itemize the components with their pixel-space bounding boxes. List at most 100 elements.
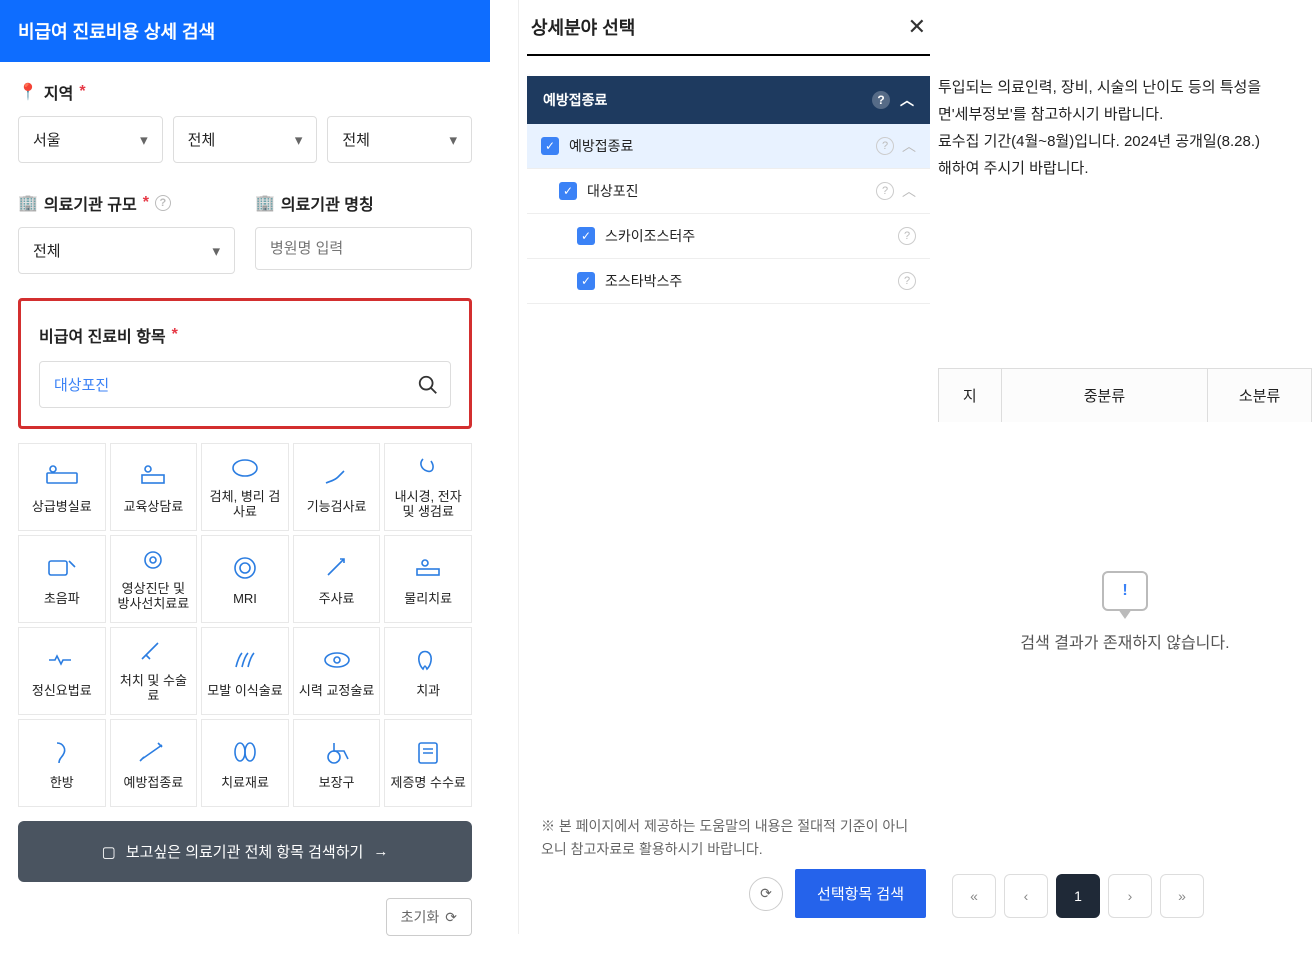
cat-psych[interactable]: 정신요법료	[18, 627, 106, 715]
detail-modal: 상세분야 선택 ✕ 예방접종료 ? ︿ ✓예방접종료 ?︿ ✓ 대상포진 ? ︿ ✓…	[518, 0, 938, 934]
tree-label: 대상포진	[587, 181, 639, 201]
empty-state: ! 검색 결과가 존재하지 않습니다.	[938, 422, 1312, 802]
results-panel: 투입되는 의료인력, 장비, 시술의 난이도 등의 특성을 면'세부정보'를 참…	[938, 0, 1312, 934]
modal-title: 상세분야 선택	[531, 14, 635, 40]
checkbox-checked-icon[interactable]: ✓	[577, 272, 595, 290]
search-panel: 비급여 진료비용 상세 검색 📍 지역 * 서울▾ 전체▾ 전체▾ 🏢 의료기관…	[0, 0, 490, 934]
brain-icon	[45, 643, 79, 677]
help-icon[interactable]: ?	[876, 137, 894, 155]
name-label: 🏢 의료기관 명칭	[255, 191, 472, 215]
page-current[interactable]: 1	[1056, 874, 1100, 918]
required-marker: *	[79, 83, 85, 101]
search-icon[interactable]	[417, 374, 439, 396]
panel-body: 📍 지역 * 서울▾ 전체▾ 전체▾ 🏢 의료기관 규모 * ? 전체▾ 🏢	[0, 62, 490, 954]
item-search-input[interactable]	[39, 361, 451, 408]
cat-vaccine[interactable]: 예방접종료	[110, 719, 198, 807]
item-label: 비급여 진료비 항목 *	[39, 323, 451, 347]
full-search-button[interactable]: ▢ 보고싶은 의료기관 전체 항목 검색하기 →	[18, 821, 472, 882]
cat-specimen[interactable]: 검체, 병리 검사료	[201, 443, 289, 531]
accordion-header[interactable]: 예방접종료 ? ︿	[527, 76, 930, 124]
checkbox-checked-icon[interactable]: ✓	[577, 227, 595, 245]
cat-label: 제증명 수수료	[391, 775, 466, 791]
size-label-text: 의료기관 규모	[44, 191, 137, 215]
cat-endoscopy[interactable]: 내시경, 전자 및 생검료	[384, 443, 472, 531]
region-select-0-value: 서울	[33, 129, 61, 150]
cat-material[interactable]: 치료재료	[201, 719, 289, 807]
panel-title: 비급여 진료비용 상세 검색	[0, 0, 490, 62]
stomach-icon	[411, 454, 445, 483]
pin-icon: 📍	[18, 82, 38, 102]
help-icon[interactable]: ?	[872, 91, 890, 109]
modal-refresh-button[interactable]: ⟳	[749, 877, 783, 911]
cat-physio[interactable]: 물리치료	[384, 535, 472, 623]
wheelchair-icon	[320, 735, 354, 769]
cat-mri[interactable]: MRI	[201, 535, 289, 623]
required-marker: *	[143, 194, 149, 212]
cat-label: 보장구	[319, 775, 355, 791]
cat-label: 치료재료	[221, 775, 269, 791]
chevron-up-icon: ︿	[902, 181, 916, 201]
region-select-1-value: 전체	[188, 129, 216, 150]
tree-node-sky[interactable]: ✓스카이조스터주 ?	[527, 214, 930, 259]
hospital-name-input[interactable]	[255, 227, 472, 270]
size-value: 전체	[33, 240, 61, 261]
cat-label: 시력 교정술료	[299, 683, 374, 699]
cat-label: 모발 이식술료	[207, 683, 282, 699]
physio-icon	[411, 551, 445, 585]
scalpel-icon	[136, 638, 170, 667]
region-select-0[interactable]: 서울▾	[18, 116, 163, 163]
size-label: 🏢 의료기관 규모 * ?	[18, 191, 235, 215]
cat-label: 검체, 병리 검사료	[206, 489, 284, 520]
region-selects: 서울▾ 전체▾ 전체▾	[18, 116, 472, 163]
tree-node-shingles[interactable]: ✓ 대상포진 ? ︿	[527, 169, 930, 214]
cat-oriental[interactable]: 한방	[18, 719, 106, 807]
help-icon[interactable]: ?	[898, 227, 916, 245]
modal-submit-button[interactable]: 선택항목 검색	[795, 869, 926, 918]
size-select[interactable]: 전체▾	[18, 227, 235, 274]
cat-injection[interactable]: 주사료	[293, 535, 381, 623]
region-select-2[interactable]: 전체▾	[327, 116, 472, 163]
region-select-1[interactable]: 전체▾	[173, 116, 318, 163]
cat-label: 초음파	[44, 591, 80, 607]
page-next-button[interactable]: ›	[1108, 874, 1152, 918]
cat-aid[interactable]: 보장구	[293, 719, 381, 807]
full-search-label: 보고싶은 의료기관 전체 항목 검색하기	[126, 841, 363, 862]
page-prev-button[interactable]: ‹	[1004, 874, 1048, 918]
close-icon[interactable]: ✕	[908, 14, 926, 40]
reset-button[interactable]: 초기화 ⟳	[386, 898, 472, 936]
cat-hair[interactable]: 모발 이식술료	[201, 627, 289, 715]
modal-note: ※ 본 페이지에서 제공하는 도움말의 내용은 절대적 기준이 아니오니 참고자…	[541, 815, 916, 860]
tree-node-vaccine[interactable]: ✓예방접종료 ?︿	[527, 124, 930, 169]
tab-sub[interactable]: 소분류	[1208, 369, 1311, 422]
region-select-2-value: 전체	[342, 129, 370, 150]
card-icon: ▢	[102, 843, 116, 861]
desk-icon	[136, 459, 170, 493]
cat-cert[interactable]: 제증명 수수료	[384, 719, 472, 807]
checkbox-checked-icon[interactable]: ✓	[559, 182, 577, 200]
cat-ultrasound[interactable]: 초음파	[18, 535, 106, 623]
help-icon[interactable]: ?	[898, 272, 916, 290]
checkbox-checked-icon[interactable]: ✓	[541, 137, 559, 155]
tree-node-zostavax[interactable]: ✓조스타박스주 ?	[527, 259, 930, 304]
tab-region[interactable]: 지	[939, 369, 1002, 422]
pill-icon	[228, 735, 262, 769]
info-line: 투입되는 의료인력, 장비, 시술의 난이도 등의 특성을	[938, 74, 1312, 101]
help-icon[interactable]: ?	[876, 182, 894, 200]
chevron-up-icon: ︿	[900, 90, 914, 110]
page-first-button[interactable]: «	[952, 874, 996, 918]
region-label-text: 지역	[44, 80, 73, 104]
cat-radiology[interactable]: 영상진단 및 방사선치료료	[110, 535, 198, 623]
speech-bubble-icon: !	[1102, 571, 1148, 611]
cat-label: 한방	[50, 775, 74, 791]
cat-surgery[interactable]: 처치 및 수술료	[110, 627, 198, 715]
page-last-button[interactable]: »	[1160, 874, 1204, 918]
cat-counsel[interactable]: 교육상담료	[110, 443, 198, 531]
cat-function[interactable]: 기능검사료	[293, 443, 381, 531]
cat-dental[interactable]: 치과	[384, 627, 472, 715]
help-icon[interactable]: ?	[155, 195, 171, 211]
cat-premium-room[interactable]: 상급병실료	[18, 443, 106, 531]
refresh-icon: ⟳	[445, 909, 457, 926]
cat-vision[interactable]: 시력 교정술료	[293, 627, 381, 715]
tab-mid[interactable]: 중분류	[1002, 369, 1209, 422]
item-label-text: 비급여 진료비 항목	[39, 323, 166, 347]
